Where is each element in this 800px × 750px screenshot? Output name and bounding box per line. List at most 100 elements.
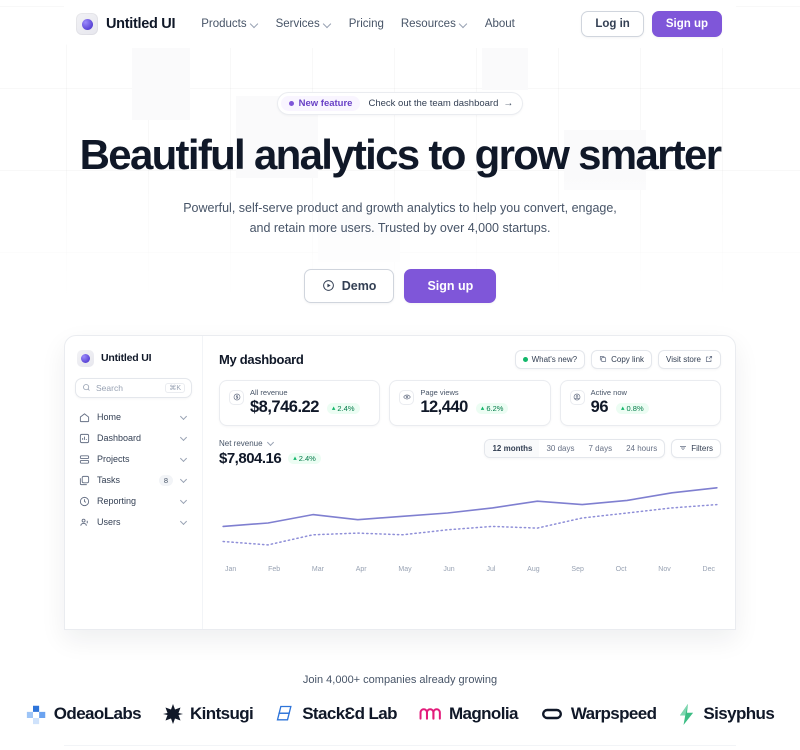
whats-new-button[interactable]: What's new? bbox=[514, 349, 586, 369]
logo-label: Magnolia bbox=[448, 704, 518, 724]
dashboard-title: My dashboard bbox=[219, 351, 304, 367]
metric-value: 96 bbox=[590, 397, 609, 416]
nav-item-pricing[interactable]: Pricing bbox=[349, 18, 384, 30]
sidebar-item-users[interactable]: Users bbox=[75, 512, 192, 533]
nav-item-resources[interactable]: Resources bbox=[401, 18, 468, 30]
announcement-link[interactable]: Check out the team dashboard → bbox=[368, 98, 513, 109]
login-button[interactable]: Log in bbox=[581, 11, 644, 37]
x-axis-tick: Mar bbox=[311, 565, 324, 573]
search-icon bbox=[83, 384, 90, 392]
nav-item-about[interactable]: About bbox=[485, 18, 515, 30]
metric-card-active-now[interactable]: Active now 96 ▴ 0.8% bbox=[559, 379, 721, 426]
eye-icon bbox=[399, 389, 415, 405]
metric-cards: All revenue $8,746.22 ▴ 2.4% Page views … bbox=[219, 379, 721, 426]
x-axis-tick: Aug bbox=[527, 565, 540, 573]
range-24-hours[interactable]: 24 hours bbox=[619, 440, 664, 457]
clock-icon bbox=[79, 496, 90, 507]
chart-x-axis: Jan Feb Mar Apr May Jun Jul Aug Sep Oct Nov Dec bbox=[219, 566, 721, 573]
x-axis-tick: Nov bbox=[658, 565, 671, 573]
copy-link-button[interactable]: Copy link bbox=[591, 349, 653, 369]
brand-logo[interactable]: Untitled UI bbox=[76, 13, 176, 35]
logo-label: OdeaoLabs bbox=[53, 704, 142, 724]
search-shortcut: ⌘K bbox=[165, 382, 185, 393]
subtitle-line-2: and retain more users. Trusted by over 4… bbox=[249, 221, 551, 236]
chevron-down-icon bbox=[180, 476, 188, 484]
top-navigation: Untitled UI Products Services Pricing Re… bbox=[64, 0, 736, 48]
range-7-days[interactable]: 7 days bbox=[582, 440, 620, 457]
dollar-circle-icon bbox=[229, 389, 244, 405]
x-axis-tick: Jun bbox=[443, 565, 455, 573]
lightning-icon bbox=[680, 703, 694, 725]
x-axis-tick: Jul bbox=[486, 565, 496, 573]
footer-divider bbox=[64, 745, 736, 746]
metric-card-page-views[interactable]: Page views 12,440 ▴ 6.2% bbox=[389, 379, 551, 426]
sidebar-label: Users bbox=[97, 517, 121, 528]
nav-label: Pricing bbox=[348, 18, 384, 30]
action-label: What's new? bbox=[531, 354, 578, 364]
logo-label: Kintsugi bbox=[189, 704, 254, 724]
chart-controls: 12 months 30 days 7 days 24 hours Filter… bbox=[484, 438, 721, 458]
nav-label: Products bbox=[201, 18, 247, 30]
nav-links: Products Services Pricing Resources Abou… bbox=[201, 18, 515, 30]
signup-button[interactable]: Sign up bbox=[651, 11, 722, 37]
demo-label: Demo bbox=[341, 278, 377, 293]
brand-name: Untitled UI bbox=[106, 16, 176, 32]
sidebar-item-projects[interactable]: Projects bbox=[75, 449, 192, 470]
net-revenue-selector[interactable]: Net revenue bbox=[219, 439, 321, 448]
logo-sisyphus: Sisyphus bbox=[678, 703, 775, 725]
sidebar-item-reporting[interactable]: Reporting bbox=[75, 491, 192, 512]
sidebar-item-dashboard[interactable]: Dashboard bbox=[75, 428, 192, 449]
metric-value: $8,746.22 bbox=[250, 397, 319, 416]
nav-label: Services bbox=[275, 18, 320, 30]
sidebar-label: Reporting bbox=[97, 496, 137, 507]
hero-signup-button[interactable]: Sign up bbox=[404, 268, 497, 303]
range-30-days[interactable]: 30 days bbox=[539, 440, 581, 457]
filters-button[interactable]: Filters bbox=[671, 438, 721, 458]
sidebar-label: Dashboard bbox=[97, 433, 142, 444]
trend-value: 6.2% bbox=[486, 403, 504, 413]
revenue-chart[interactable]: Jan Feb Mar Apr May Jun Jul Aug Sep Oct Nov Dec bbox=[219, 473, 721, 581]
sidebar-item-tasks[interactable]: Tasks 8 bbox=[75, 470, 192, 491]
announcement-pill[interactable]: New feature Check out the team dashboard… bbox=[276, 92, 524, 115]
metric-label: Page views bbox=[420, 387, 459, 397]
logo-magnolia: Magnolia bbox=[419, 704, 518, 724]
dashboard-actions: What's new? Copy link Visit store bbox=[514, 349, 721, 369]
play-circle-icon bbox=[322, 280, 334, 292]
external-link-icon bbox=[705, 356, 713, 363]
chevron-down-icon bbox=[460, 20, 468, 28]
home-icon bbox=[79, 412, 90, 423]
x-axis-tick: May bbox=[398, 565, 412, 573]
sidebar-brand[interactable]: Untitled UI bbox=[75, 349, 192, 378]
nav-item-services[interactable]: Services bbox=[276, 18, 332, 30]
demo-button[interactable]: Demo bbox=[303, 268, 395, 303]
star-burst-icon bbox=[162, 704, 183, 725]
social-proof-title: Join 4,000+ companies already growing bbox=[302, 673, 498, 686]
logo-orb-icon bbox=[76, 13, 98, 35]
link-loop-icon bbox=[541, 709, 562, 720]
visit-store-button[interactable]: Visit store bbox=[658, 349, 721, 369]
action-label: Visit store bbox=[666, 354, 701, 364]
sidebar-item-home[interactable]: Home bbox=[75, 407, 192, 428]
sidebar-nav: Home Dashboard Projects Tasks 8 Reportin… bbox=[75, 407, 192, 533]
logo-stacked-lab: StackƐd Lab bbox=[275, 704, 398, 724]
user-circle-icon bbox=[569, 389, 585, 405]
filters-label: Filters bbox=[691, 443, 713, 453]
layers-icon bbox=[79, 454, 90, 465]
net-revenue-value: $7,804.16 bbox=[219, 449, 282, 467]
trend-up-icon: ▴ bbox=[293, 455, 297, 463]
copy-icon bbox=[600, 356, 607, 363]
nav-item-products[interactable]: Products bbox=[201, 18, 258, 30]
range-12-months[interactable]: 12 months bbox=[485, 439, 540, 457]
range-selector: 12 months 30 days 7 days 24 hours bbox=[484, 438, 666, 458]
dashboard-main: My dashboard What's new? Copy link Visit… bbox=[203, 336, 735, 629]
metric-trend: ▴ 2.4% bbox=[326, 402, 360, 414]
metric-card-all-revenue[interactable]: All revenue $8,746.22 ▴ 2.4% bbox=[219, 379, 381, 426]
sidebar-label: Tasks bbox=[97, 475, 121, 486]
chart-header: Net revenue $7,804.16 ▴ 2.4% 12 months 3… bbox=[219, 438, 721, 467]
chart-square-icon bbox=[79, 433, 90, 444]
net-revenue-label: Net revenue bbox=[219, 438, 263, 448]
search-input[interactable]: Search ⌘K bbox=[75, 377, 192, 398]
purple-dot-icon bbox=[288, 101, 294, 106]
sidebar-brand-label: Untitled UI bbox=[101, 352, 152, 365]
trend-value: 2.4% bbox=[298, 453, 316, 463]
